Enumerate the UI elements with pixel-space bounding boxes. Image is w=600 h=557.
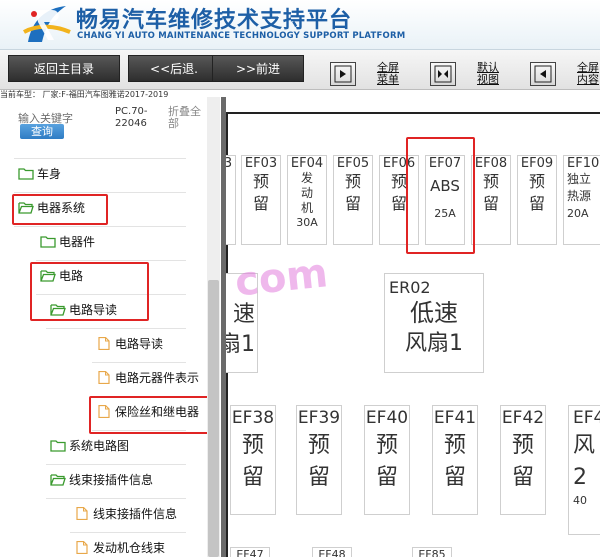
home-button[interactable]: 返回主目录: [8, 55, 120, 82]
tree-node-connector-info-folder[interactable]: 线束接插件信息: [50, 471, 153, 489]
tree-node-system-diagrams[interactable]: 系统电路图: [50, 437, 129, 455]
back-button[interactable]: <<后退.: [128, 55, 220, 82]
fuse-ef4x-partial: EF4 风2 40: [568, 405, 600, 535]
tree-node-body[interactable]: 车身: [18, 165, 61, 183]
fuse-ef04: EF04 发动机 30A: [287, 155, 327, 245]
tree-divider: [46, 328, 186, 329]
fullscreen-content-label[interactable]: 全屏 内容: [577, 62, 599, 86]
tree-node-component-symbols[interactable]: 电路元器件表示: [96, 369, 199, 387]
watermark-text: com: [232, 250, 331, 306]
tree-divider: [70, 532, 186, 533]
forward-button[interactable]: >>前进: [212, 55, 304, 82]
default-view-icon[interactable]: [430, 62, 456, 86]
fuse-ef09: EF09 预留: [517, 155, 557, 245]
folder-icon: [40, 235, 56, 248]
fuse-partial-left: 3: [226, 155, 236, 245]
file-icon: [96, 337, 112, 350]
folder-open-icon: [50, 473, 66, 486]
fuse-ef08: EF08 预留: [471, 155, 511, 245]
folder-icon: [50, 439, 66, 452]
fuse-ef48-partial: EF48: [312, 547, 352, 557]
file-icon: [74, 507, 90, 520]
fuse-ef42: EF42 预留: [500, 405, 546, 515]
tree-node-circuit-guide[interactable]: 电路导读: [96, 335, 163, 353]
highlight-box-electrical: [12, 194, 108, 225]
search-panel: 输入关键字 查询 PC.70- 22046 折叠全部: [0, 98, 225, 142]
file-icon: [96, 371, 112, 384]
tree-node-connector-info[interactable]: 线束接插件信息: [74, 505, 177, 523]
highlight-box-circuit: [30, 262, 149, 321]
app-title: 畅易汽车维修技术支持平台: [76, 8, 353, 33]
tree-divider: [14, 158, 186, 159]
model-code: PC.70- 22046: [115, 106, 148, 129]
fuse-ef10: EF10 独立 热源 20A: [563, 155, 600, 245]
folder-icon: [18, 167, 34, 180]
tree-divider: [92, 362, 186, 363]
fullscreen-menu-icon[interactable]: [330, 62, 356, 86]
fuse-ef38: EF38 预留: [230, 405, 276, 515]
tree-divider: [46, 498, 186, 499]
default-view-label[interactable]: 默认 视图: [477, 62, 499, 86]
tree-divider: [14, 226, 186, 227]
fuse-ef05: EF05 预留: [333, 155, 373, 245]
fullscreen-menu-label[interactable]: 全屏 菜单: [377, 62, 399, 86]
highlight-box-abs-fuse: [406, 137, 475, 254]
fuse-ef39: EF39 预留: [296, 405, 342, 515]
fuse-ef40: EF40 预留: [364, 405, 410, 515]
relay-er02: ER02 低速 风扇1: [384, 273, 484, 373]
highlight-box-fuses: [89, 396, 210, 434]
app-subtitle: CHANG YI AUTO MAINTENANCE TECHNOLOGY SUP…: [77, 31, 406, 41]
fuse-ef41: EF41 预留: [432, 405, 478, 515]
app-window: 畅易汽车维修技术支持平台 CHANG YI AUTO MAINTENANCE T…: [0, 0, 600, 557]
tree-node-components[interactable]: 电器件: [40, 233, 95, 251]
tree-divider: [14, 192, 186, 193]
fuse-diagram-panel: 3 EF03 预留 EF04 发动机 30A EF05 预留 EF06 预留 E…: [226, 97, 600, 557]
tree-node-engine-harness[interactable]: 发动机仓线束: [74, 539, 165, 557]
sidebar-tree: 车身 电器系统 电器件 电路 电路导读 电路导读 电路元器件表示 保险丝和继电器: [0, 142, 210, 557]
tree-divider: [36, 260, 186, 261]
toolbar: 返回主目录 <<后退. >>前进 全屏 菜单 默认 视图 全屏 内容: [0, 50, 600, 90]
search-button[interactable]: 查询: [20, 124, 64, 139]
fuse-ef03: EF03 预留: [241, 155, 281, 245]
logo-icon: [22, 2, 72, 48]
sidebar-scroll-thumb[interactable]: [208, 280, 219, 557]
header-banner: 畅易汽车维修技术支持平台 CHANG YI AUTO MAINTENANCE T…: [0, 0, 600, 50]
tree-divider: [46, 464, 186, 465]
fuse-ef85-partial: EF85: [412, 547, 452, 557]
fullscreen-content-icon[interactable]: [530, 62, 556, 86]
collapse-all-button[interactable]: 折叠全部: [168, 106, 201, 130]
file-icon: [74, 541, 90, 554]
fuse-ef47-partial: EF47: [230, 547, 270, 557]
